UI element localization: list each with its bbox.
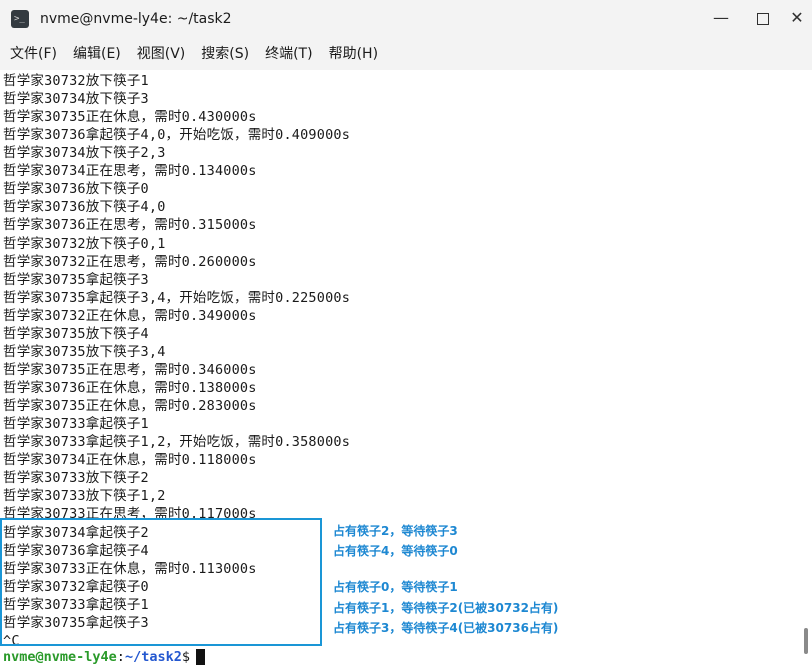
terminal-line: 哲学家30735正在思考，需时0.346000s: [3, 361, 257, 378]
terminal-line: 哲学家30736拿起筷子4,0，开始吃饭，需时0.409000s: [3, 127, 351, 144]
annotation-30736: 占有筷子4，等待筷子0: [333, 544, 458, 558]
annotation-30735: 占有筷子3，等待筷子4(已被30736占有): [333, 621, 559, 635]
menu-search[interactable]: 搜索(S): [195, 38, 255, 70]
terminal-line: 哲学家30735放下筷子3,4: [3, 343, 166, 360]
terminal-line: 哲学家30735拿起筷子3,4，开始吃饭，需时0.225000s: [3, 289, 351, 306]
prompt-path: ~/task2: [124, 649, 182, 665]
annotation-30732: 占有筷子0，等待筷子1: [333, 580, 458, 594]
prompt-symbol: $: [181, 649, 190, 665]
terminal-line: 哲学家30736正在休息，需时0.138000s: [3, 380, 257, 397]
annotation-30734: 占有筷子2，等待筷子3: [333, 524, 458, 538]
menu-bar: 文件(F) 编辑(E) 视图(V) 搜索(S) 终端(T) 帮助(H): [0, 38, 812, 70]
terminal-line: 哲学家30734放下筷子3: [3, 91, 149, 108]
window-title: nvme@nvme-ly4e: ~/task2: [40, 11, 232, 27]
terminal-line: 哲学家30736放下筷子0: [3, 181, 149, 198]
terminal-line: 哲学家30736放下筷子4,0: [3, 199, 166, 216]
terminal-line: 哲学家30733放下筷子1,2: [3, 488, 166, 505]
title-bar: >_ nvme@nvme-ly4e: ~/task2 — ✕: [0, 0, 812, 38]
prompt-colon: :: [116, 649, 125, 665]
prompt-user-host: nvme@nvme-ly4e: [3, 649, 117, 665]
terminal-line: 哲学家30733拿起筷子1,2，开始吃饭，需时0.358000s: [3, 434, 351, 451]
terminal-line: 哲学家30734正在思考，需时0.134000s: [3, 163, 257, 180]
maximize-icon[interactable]: [740, 0, 786, 38]
terminal-line: 哲学家30732放下筷子1: [3, 73, 149, 89]
terminal-line: 哲学家30735正在休息，需时0.283000s: [3, 398, 257, 415]
terminal-line: 哲学家30734正在休息，需时0.118000s: [3, 452, 257, 469]
minimize-icon[interactable]: —: [698, 0, 744, 38]
terminal-line: 哲学家30734放下筷子2,3: [3, 145, 166, 162]
terminal-line: 哲学家30733拿起筷子1: [3, 416, 149, 433]
deadlock-highlight-box: [0, 518, 322, 646]
terminal-line: 哲学家30732正在休息，需时0.349000s: [3, 307, 257, 324]
menu-view[interactable]: 视图(V): [131, 38, 192, 70]
terminal-line: 哲学家30732正在思考，需时0.260000s: [3, 253, 257, 270]
terminal-icon: >_: [11, 10, 29, 28]
text-cursor: [195, 649, 205, 665]
annotation-30733: 占有筷子1，等待筷子2(已被30732占有): [333, 601, 559, 615]
terminal-line: 哲学家30736正在思考，需时0.315000s: [3, 217, 257, 234]
menu-file[interactable]: 文件(F): [4, 38, 63, 70]
terminal-line: 哲学家30735正在休息，需时0.430000s: [3, 109, 257, 126]
terminal-line: 哲学家30735拿起筷子3: [3, 271, 149, 288]
menu-help[interactable]: 帮助(H): [323, 38, 384, 70]
terminal-line: 哲学家30732放下筷子0,1: [3, 235, 166, 252]
menu-terminal[interactable]: 终端(T): [259, 38, 318, 70]
terminal-line: 哲学家30733放下筷子2: [3, 470, 149, 487]
scrollbar[interactable]: [804, 628, 808, 654]
menu-edit[interactable]: 编辑(E): [67, 38, 127, 70]
close-icon[interactable]: ✕: [782, 0, 812, 38]
shell-prompt[interactable]: nvme@nvme-ly4e: ~/task2 $: [3, 648, 205, 666]
terminal-line: 哲学家30735放下筷子4: [3, 325, 149, 342]
